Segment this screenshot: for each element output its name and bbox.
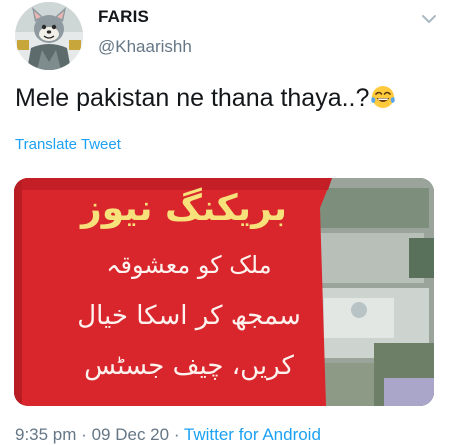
user-handle[interactable]: @Khaarishh (98, 37, 192, 57)
tweet-date[interactable]: 09 Dec 20 (92, 425, 170, 444)
tweet-body: Mele pakistan ne thana thaya..? (15, 84, 370, 112)
tears-of-joy-emoji (371, 86, 396, 108)
news-line-2: سمجھ کر اسکا خیال (77, 301, 301, 331)
cartoon-cat-avatar-icon (15, 2, 83, 70)
source-app-link[interactable]: Twitter for Android (184, 425, 321, 444)
tweet-time[interactable]: 9:35 pm (15, 425, 76, 444)
tweet-meta: 9:35 pm · 09 Dec 20 · Twitter for Androi… (15, 425, 321, 445)
tweet-text: Mele pakistan ne thana thaya..? (15, 84, 396, 113)
tweet-media-image[interactable]: بریکنگ نیوز ملک کو معشوقہ سمجھ کر اسکا خ… (14, 178, 434, 406)
meta-separator: · (81, 425, 87, 444)
display-name[interactable]: FARIS (98, 7, 149, 27)
translate-tweet-link[interactable]: Translate Tweet (15, 136, 121, 153)
breaking-news-image: بریکنگ نیوز ملک کو معشوقہ سمجھ کر اسکا خ… (14, 178, 434, 406)
avatar[interactable] (15, 2, 83, 70)
news-line-3: کریں، چیف جسٹس (84, 351, 294, 381)
meta-separator-2: · (173, 425, 180, 444)
news-line-1: ملک کو معشوقہ (106, 251, 271, 279)
breaking-news-banner: بریکنگ نیوز (79, 187, 287, 229)
chevron-down-icon[interactable] (418, 8, 440, 30)
